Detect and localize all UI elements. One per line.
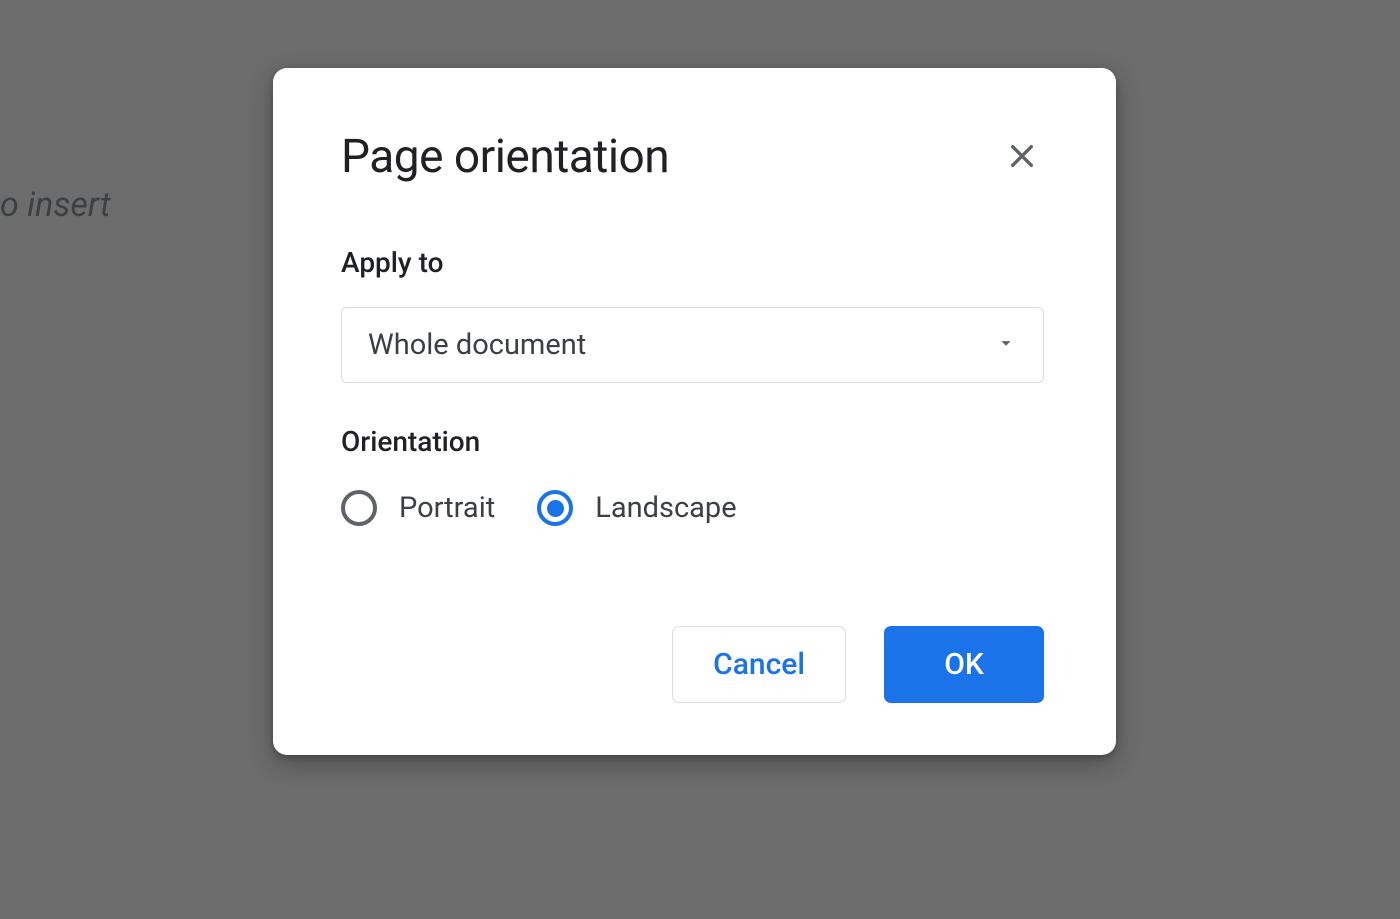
radio-option-portrait[interactable]: Portrait bbox=[341, 490, 495, 526]
chevron-down-icon bbox=[995, 332, 1017, 358]
radio-label-landscape: Landscape bbox=[595, 491, 736, 525]
dialog-header: Page orientation bbox=[341, 130, 1044, 184]
radio-inner-dot bbox=[547, 500, 564, 517]
background-text: o insert bbox=[0, 185, 111, 225]
radio-label-portrait: Portrait bbox=[399, 491, 495, 525]
page-orientation-dialog: Page orientation Apply to Whole document… bbox=[273, 68, 1116, 755]
apply-to-value: Whole document bbox=[368, 328, 586, 362]
apply-to-label: Apply to bbox=[341, 246, 1044, 279]
apply-to-dropdown[interactable]: Whole document bbox=[341, 307, 1044, 383]
orientation-radio-group: Portrait Landscape bbox=[341, 490, 1044, 526]
dialog-title: Page orientation bbox=[341, 130, 669, 184]
ok-button[interactable]: OK bbox=[884, 626, 1044, 703]
radio-icon-unchecked bbox=[341, 490, 377, 526]
cancel-button[interactable]: Cancel bbox=[672, 626, 846, 703]
radio-icon-checked bbox=[537, 490, 573, 526]
close-button[interactable] bbox=[1000, 135, 1044, 179]
orientation-label: Orientation bbox=[341, 425, 1044, 458]
dialog-actions: Cancel OK bbox=[341, 626, 1044, 703]
radio-option-landscape[interactable]: Landscape bbox=[537, 490, 736, 526]
close-icon bbox=[1006, 140, 1038, 175]
